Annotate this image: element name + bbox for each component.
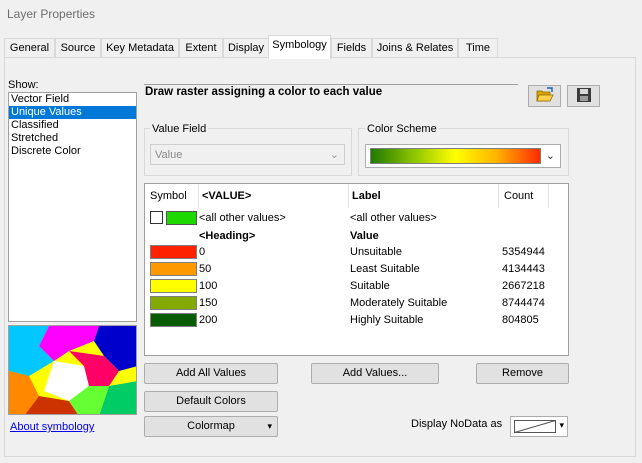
row-count: 8744474 [502, 297, 545, 309]
row-symbol-swatch[interactable] [150, 245, 197, 259]
show-item-vector-field[interactable]: Vector Field [9, 93, 136, 106]
open-layer-file-button[interactable] [528, 85, 561, 107]
show-item-stretched[interactable]: Stretched [9, 132, 136, 145]
row-count: 5354944 [502, 246, 545, 258]
other-values-value: <all other values> [199, 212, 286, 224]
row-symbol-swatch[interactable] [150, 296, 197, 310]
renderer-description: Draw raster assigning a color to each va… [144, 84, 518, 107]
column-header-value[interactable]: <VALUE> [199, 184, 349, 208]
column-header-symbol[interactable]: Symbol [145, 184, 199, 208]
row-label: Least Suitable [350, 263, 420, 275]
save-layer-file-button[interactable] [567, 85, 600, 107]
row-symbol-swatch[interactable] [150, 262, 197, 276]
show-item-classified[interactable]: Classified [9, 119, 136, 132]
tab-key-metadata[interactable]: Key Metadata [101, 38, 179, 58]
tab-symbology[interactable]: Symbology [268, 35, 331, 59]
chevron-down-icon: ⌄ [329, 149, 339, 161]
show-list[interactable]: Vector Field Unique Values Classified St… [8, 92, 137, 322]
nodata-symbol-combo[interactable]: ▾ [510, 416, 568, 437]
heading-label: Value [350, 230, 379, 242]
row-value: 50 [199, 263, 212, 275]
colormap-button[interactable]: Colormap ▾ [144, 416, 278, 437]
dropdown-arrow-icon: ▾ [559, 420, 564, 430]
row-label: Highly Suitable [350, 314, 424, 326]
row-label: Moderately Suitable [350, 297, 448, 309]
value-field-value: Value [155, 149, 183, 161]
add-values-button[interactable]: Add Values... [311, 363, 439, 384]
colormap-label: Colormap [187, 420, 235, 432]
value-field-label: Value Field [150, 123, 209, 135]
tab-extent[interactable]: Extent [179, 38, 223, 58]
tab-general[interactable]: General [4, 38, 55, 58]
default-colors-button[interactable]: Default Colors [144, 391, 278, 412]
tab-display[interactable]: Display [223, 38, 269, 58]
row-count: 804805 [502, 314, 539, 326]
color-scheme-combo[interactable]: ⌄ [365, 144, 561, 168]
tab-fields[interactable]: Fields [331, 38, 372, 58]
row-count: 4134443 [502, 263, 545, 275]
heading-value: <Heading> [199, 230, 256, 242]
row-label: Suitable [350, 280, 390, 292]
folder-open-icon [535, 86, 554, 106]
chevron-down-icon: ⌄ [545, 150, 555, 162]
window-title: Layer Properties [0, 0, 642, 30]
row-value: 100 [199, 280, 218, 292]
row-value: 200 [199, 314, 218, 326]
column-header-label[interactable]: Label [349, 184, 499, 208]
row-symbol-swatch[interactable] [150, 313, 197, 327]
other-values-label: <all other values> [350, 212, 437, 224]
show-label: Show: [8, 79, 39, 91]
add-all-values-button[interactable]: Add All Values [144, 363, 278, 384]
column-header-count[interactable]: Count [499, 184, 549, 208]
tab-source[interactable]: Source [55, 38, 101, 58]
other-values-symbol[interactable] [166, 211, 197, 225]
nodata-swatch-icon [514, 420, 556, 433]
remove-button[interactable]: Remove [476, 363, 569, 384]
row-value: 0 [199, 246, 206, 258]
nodata-label: Display NoData as [411, 418, 503, 430]
unique-values-table[interactable]: Symbol <VALUE> Label Count <all other va… [144, 183, 569, 356]
dropdown-arrow-icon: ▾ [267, 421, 272, 431]
save-disk-icon [576, 87, 592, 106]
color-ramp [370, 148, 541, 164]
row-value: 150 [199, 297, 218, 309]
row-count: 2667218 [502, 280, 545, 292]
show-item-discrete-color[interactable]: Discrete Color [9, 145, 136, 158]
tab-joins-relates[interactable]: Joins & Relates [372, 38, 458, 58]
symbology-preview-image [8, 325, 137, 415]
tab-time[interactable]: Time [458, 38, 498, 58]
row-symbol-swatch[interactable] [150, 279, 197, 293]
show-item-unique-values[interactable]: Unique Values [9, 106, 136, 119]
color-scheme-label: Color Scheme [365, 123, 439, 135]
other-values-checkbox[interactable] [150, 211, 163, 224]
value-field-combo[interactable]: Value ⌄ [150, 144, 345, 165]
about-symbology-link[interactable]: About symbology [10, 421, 94, 433]
row-label: Unsuitable [350, 246, 402, 258]
